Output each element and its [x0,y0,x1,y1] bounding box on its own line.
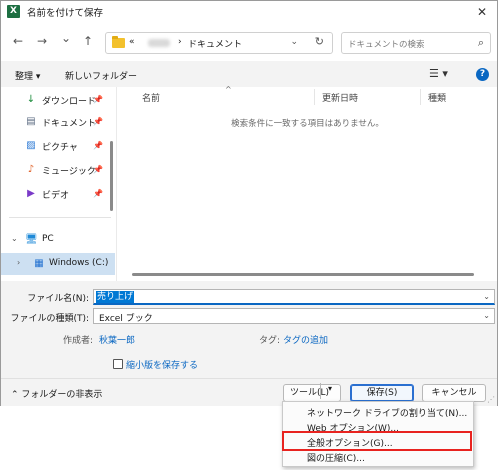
back-arrow-icon[interactable]: ← [13,34,23,48]
refresh-icon[interactable]: ↻ [315,35,324,48]
navigation-bar: ← → ⌄ ↑ « › ドキュメント ⌄ ↻ ドキュメントの検索 ⌕ [1,23,497,61]
help-icon[interactable]: ? [476,68,489,81]
save-thumbnail-checkbox[interactable] [113,359,123,369]
sidebar-item-pictures[interactable]: ▨ ピクチャ 📌 [1,135,115,157]
download-icon: ↓ [26,94,36,105]
sidebar-divider [9,217,111,218]
sidebar-item-label: ビデオ [42,191,70,201]
command-bar: 整理 ▾ 新しいフォルダー ☰ ▾ ? [1,61,497,87]
sidebar-item-windows-drive[interactable]: › ▦ Windows (C:) [1,253,115,275]
document-icon: ▤ [26,116,36,127]
breadcrumb-overflow[interactable]: « [129,37,135,47]
address-bar[interactable]: « › ドキュメント ⌄ ↻ [105,32,333,54]
chevron-down-icon[interactable]: ⌄ [483,292,490,301]
resize-grip-icon[interactable]: ⋰ [487,395,495,404]
sidebar-item-label: PC [42,234,54,244]
chevron-down-icon[interactable]: ⌄ [483,311,490,320]
hide-folders-button[interactable]: ⌃ フォルダーの非表示 [11,387,102,400]
close-button[interactable]: ✕ [471,3,493,21]
pin-icon: 📌 [93,117,103,126]
sidebar-scrollbar[interactable] [110,141,113,211]
tags-label: タグ: [259,336,281,346]
forward-arrow-icon[interactable]: → [37,34,47,48]
filetype-label: ファイルの種類(T): [10,314,89,324]
save-button[interactable]: 保存(S) [350,384,414,402]
author-label: 作成者: [63,336,94,346]
video-icon: ▶ [27,188,35,199]
sidebar-item-pc[interactable]: ⌄ 🖥 PC [1,229,115,251]
sidebar-item-label: ミュージック [42,167,96,177]
empty-results-message: 検索条件に一致する項目はありません。 [231,119,384,129]
cancel-button[interactable]: キャンセル [422,384,486,402]
pin-icon: 📌 [93,141,103,150]
breadcrumb-user-blurred[interactable] [148,39,170,47]
computer-icon: 🖥 [25,234,38,245]
expand-chevron-icon[interactable]: ⌄ [11,234,18,243]
search-icon[interactable]: ⌕ [478,36,484,50]
window-title: 名前を付けて保存 [27,8,104,19]
author-value[interactable]: 秋葉一郎 [99,333,135,346]
sidebar-item-music[interactable]: ♪ ミュージック 📌 [1,159,115,181]
file-list: 名前 ^ 更新日時 種類 検索条件に一致する項目はありません。 [118,85,497,281]
organize-button[interactable]: 整理 ▾ [15,69,40,82]
save-as-dialog: X 名前を付けて保存 ✕ ← → ⌄ ↑ « › ドキュメント ⌄ ↻ ドキュメ… [0,0,498,406]
pin-icon: 📌 [93,95,103,104]
column-header-modified[interactable]: 更新日時 [322,91,358,104]
breadcrumb-separator: › [178,37,182,47]
view-options-icon[interactable]: ☰ ▾ [429,67,448,80]
folder-icon [112,36,125,48]
filename-label: ファイル名(N): [27,294,89,304]
search-placeholder: ドキュメントの検索 [348,40,425,50]
save-thumbnail-label[interactable]: 縮小版を保存する [126,358,198,371]
address-dropdown-icon[interactable]: ⌄ [290,37,298,47]
search-box[interactable]: ドキュメントの検索 ⌕ [341,32,491,54]
annotation-highlight-box [282,431,472,451]
tools-button[interactable]: ツール(L) [283,384,341,402]
column-separator[interactable] [420,89,421,105]
tools-dropdown-icon[interactable]: ▾ [328,384,332,393]
filetype-select[interactable]: Excel ブック ⌄ [93,308,495,324]
navigation-pane: ↓ ダウンロード 📌 ▤ ドキュメント 📌 ▨ ピクチャ 📌 ♪ ミュージック … [1,87,117,281]
filename-input[interactable]: 売り上げ ⌄ [93,289,495,305]
content-area: ↓ ダウンロード 📌 ▤ ドキュメント 📌 ▨ ピクチャ 📌 ♪ ミュージック … [1,85,497,281]
sidebar-item-label: ドキュメント [42,119,97,129]
pin-icon: 📌 [93,189,103,198]
horizontal-scrollbar[interactable] [132,273,474,276]
picture-icon: ▨ [26,140,36,151]
sidebar-item-label: Windows (C:) [49,258,109,268]
breadcrumb-current[interactable]: ドキュメント [188,37,242,50]
column-separator[interactable] [314,89,315,105]
sidebar-item-label: ダウンロード [42,97,97,107]
sidebar-item-downloads[interactable]: ↓ ダウンロード 📌 [1,89,115,111]
menu-item-label: 図の圧縮(C)... [307,454,365,464]
column-header-type[interactable]: 種類 [428,91,446,104]
tools-split-divider [320,383,321,399]
tags-value[interactable]: タグの追加 [283,333,328,346]
new-folder-button[interactable]: 新しいフォルダー [65,69,137,82]
menu-item-compress-pictures[interactable]: 図の圧縮(C)... [283,449,473,465]
up-arrow-icon[interactable]: ↑ [83,34,93,48]
filename-value: 売り上げ [96,291,135,303]
excel-app-icon: X [7,5,20,18]
sort-caret-icon: ^ [225,85,232,94]
filetype-value: Excel ブック [99,314,153,324]
recent-locations-chevron-icon[interactable]: ⌄ [61,31,71,45]
sidebar-item-documents[interactable]: ▤ ドキュメント 📌 [1,111,115,133]
menu-item-label: ネットワーク ドライブの割り当て(N)... [307,409,468,419]
column-header-name[interactable]: 名前 [142,91,160,104]
expand-chevron-icon[interactable]: › [17,258,20,267]
tools-label: ツール(L) [290,388,330,398]
menu-item-map-network-drive[interactable]: ネットワーク ドライブの割り当て(N)... [283,404,473,420]
music-icon: ♪ [27,164,35,175]
title-bar: X 名前を付けて保存 ✕ [1,1,497,23]
sidebar-item-videos[interactable]: ▶ ビデオ 📌 [1,183,115,205]
sidebar-item-label: ピクチャ [42,143,78,153]
drive-icon: ▦ [34,258,44,269]
pin-icon: 📌 [93,165,103,174]
